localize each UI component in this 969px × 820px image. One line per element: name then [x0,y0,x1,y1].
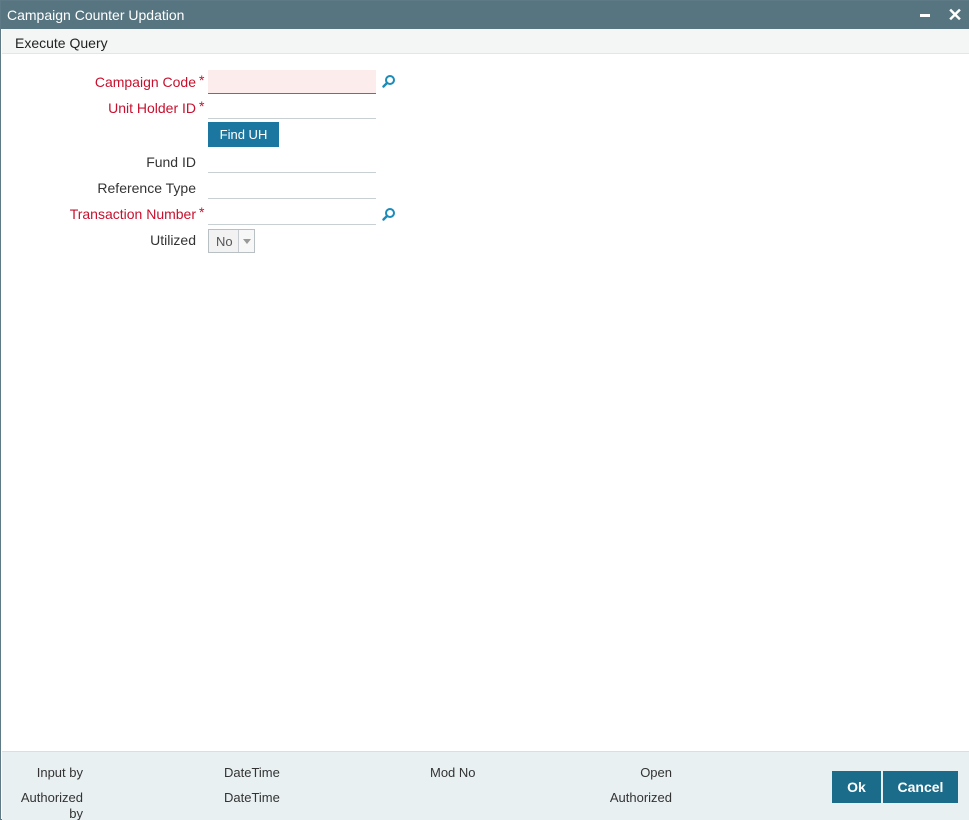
ok-button[interactable]: Ok [832,771,881,803]
cancel-button[interactable]: Cancel [883,771,958,803]
unit-holder-id-input[interactable] [208,95,376,119]
find-uh-button[interactable]: Find UH [208,122,279,147]
authorized-status-label: Authorized [609,790,672,805]
utilized-select[interactable]: No [208,229,255,253]
authorized-by-label: Authorized by [20,790,83,820]
reference-type-label: Reference Type [97,180,196,196]
open-status-label: Open [640,765,672,780]
required-marker: * [199,204,205,220]
campaign-code-label: Campaign Code [94,74,196,90]
unit-holder-id-label: Unit Holder ID [108,100,196,116]
chevron-down-icon [238,230,254,252]
search-icon[interactable] [382,74,396,88]
campaign-code-input[interactable] [208,70,376,94]
transaction-number-label: Transaction Number [69,206,196,222]
fund-id-input[interactable] [208,149,376,173]
fund-id-label: Fund ID [146,154,196,170]
minimize-icon[interactable] [915,5,935,25]
title-bar: Campaign Counter Updation ✕ [1,1,969,29]
input-by-label: Input by [36,765,83,780]
mod-no-label: Mod No [430,765,476,780]
utilized-value: No [216,234,233,249]
input-datetime-label: DateTime [224,765,280,780]
search-icon[interactable] [382,207,396,221]
execute-query-menu[interactable]: Execute Query [15,35,108,51]
required-marker: * [199,98,205,114]
transaction-number-input[interactable] [208,201,376,225]
utilized-label: Utilized [150,232,196,248]
dialog-window: Campaign Counter Updation ✕ Execute Quer… [0,0,969,820]
query-form: Campaign Code * Unit Holder ID * Find UH… [1,54,969,751]
window-title: Campaign Counter Updation [7,7,185,23]
menu-bar: Execute Query [2,29,969,54]
authorized-datetime-label: DateTime [224,790,280,805]
audit-footer: Input by Authorized by DateTime DateTime… [2,751,969,820]
reference-type-input[interactable] [208,175,376,199]
close-icon[interactable]: ✕ [945,5,965,25]
required-marker: * [199,72,205,88]
